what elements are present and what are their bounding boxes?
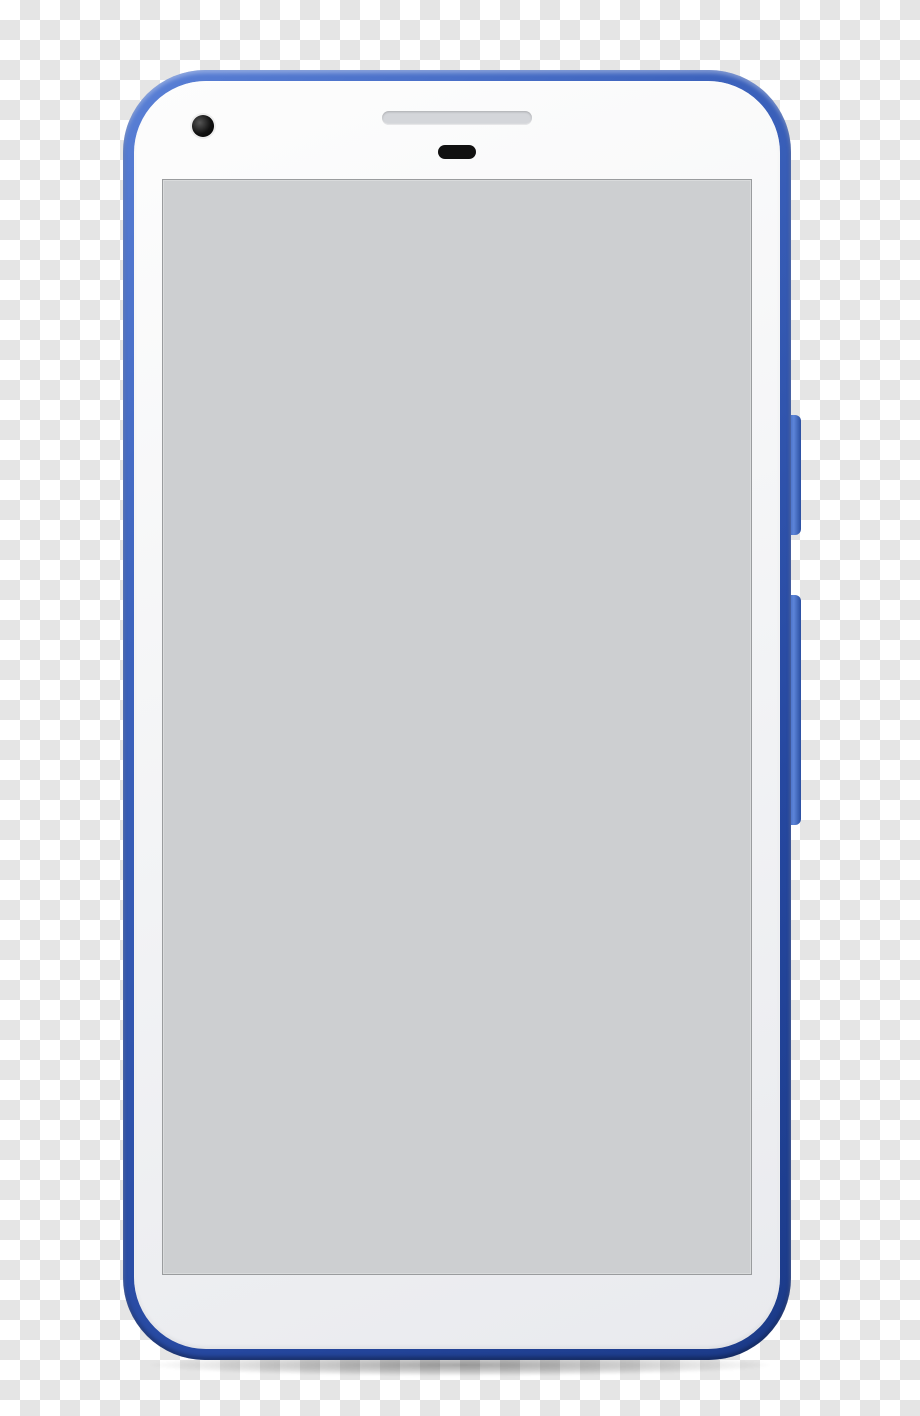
- earpiece-speaker-icon: [382, 111, 532, 125]
- phone-face: [134, 81, 780, 1349]
- phone-frame: [123, 70, 791, 1360]
- phone-mockup: [0, 0, 920, 1416]
- display-screen[interactable]: [162, 179, 752, 1275]
- proximity-sensor-icon: [438, 145, 476, 159]
- front-camera-icon: [192, 115, 214, 137]
